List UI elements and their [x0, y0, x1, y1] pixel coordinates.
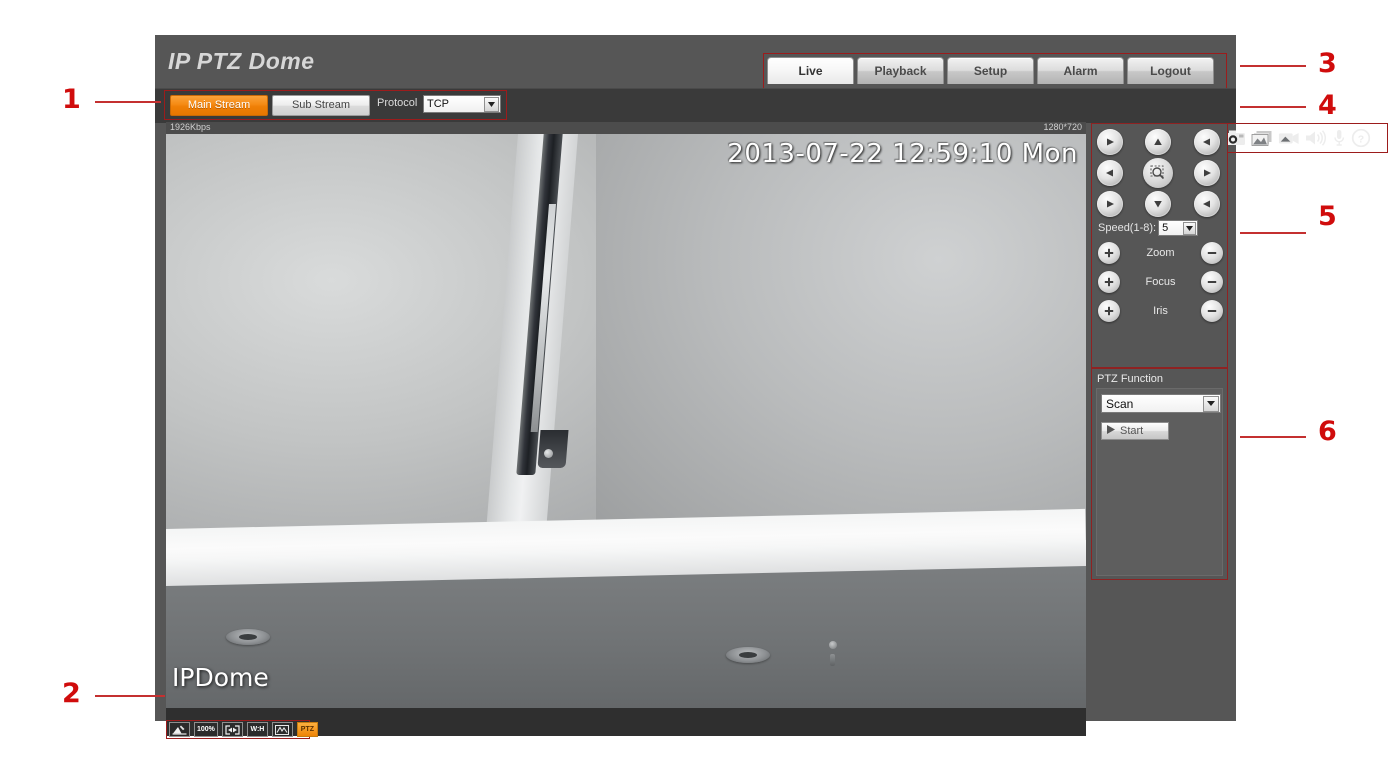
ptz-function-select[interactable]: Scan: [1101, 394, 1221, 413]
screenshot-root: IP PTZ Dome Live Playback Setup Alarm Lo…: [0, 0, 1391, 757]
ptz-speed-row: Speed(1-8): 5: [1098, 219, 1223, 237]
callout-number-1: 1: [62, 84, 81, 115]
ptz-function-body: [1096, 388, 1223, 576]
audio-speaker-icon[interactable]: [1305, 127, 1327, 149]
callout-number-4: 4: [1318, 90, 1337, 121]
protocol-select[interactable]: TCP: [423, 95, 501, 113]
ptz-function-value: Scan: [1106, 396, 1134, 411]
ptz-zoom-minus-button[interactable]: [1201, 242, 1223, 264]
resolution-label: 1280*720: [1043, 122, 1082, 132]
ptz-function-start-button[interactable]: Start: [1101, 422, 1169, 440]
tab-logout[interactable]: Logout: [1127, 57, 1214, 84]
video-player[interactable]: 1926Kbps 1280*720 2013-07-22 12:59:10 Mo…: [166, 122, 1086, 708]
main-stream-button[interactable]: Main Stream: [170, 95, 268, 116]
video-timestamp: 2013-07-22 12:59:10 Mon: [727, 139, 1078, 169]
callout-number-3: 3: [1318, 48, 1337, 79]
lower-wall: [166, 564, 1086, 708]
fullscreen-icon[interactable]: [221, 722, 243, 737]
ptz-iris-row: Iris: [1098, 299, 1223, 323]
ptz-down-button[interactable]: [1145, 191, 1171, 217]
nav-tabs: Live Playback Setup Alarm Logout: [767, 57, 1214, 84]
microphone-icon[interactable]: [1332, 127, 1345, 149]
callout-line-2: [95, 695, 165, 697]
callout-line-1: [95, 101, 161, 103]
ptz-speed-label: Speed(1-8):: [1098, 222, 1157, 234]
ptz-speed-select[interactable]: 5: [1158, 220, 1199, 236]
callout-line-4: [1240, 106, 1306, 108]
ptz-direction-pad: [1097, 129, 1222, 219]
ptz-panel: Speed(1-8): 5 Zoom Focus Iris: [1091, 123, 1228, 368]
ptz-iris-minus-button[interactable]: [1200, 300, 1223, 322]
ptz-focus-minus-button[interactable]: [1201, 271, 1223, 293]
fluency-icon[interactable]: [271, 722, 293, 737]
page-title: IP PTZ Dome: [168, 48, 315, 74]
bitrate-label: 1926Kbps: [170, 122, 211, 132]
wall-sensor-body: [830, 654, 835, 666]
ptz-iris-plus-button[interactable]: [1098, 300, 1120, 322]
ptz-up-button[interactable]: [1145, 129, 1171, 155]
ptz-left-button[interactable]: [1097, 160, 1123, 186]
sub-stream-button[interactable]: Sub Stream: [272, 95, 370, 116]
ptz-down-right-button[interactable]: [1194, 191, 1220, 217]
chevron-down-icon[interactable]: [1183, 221, 1197, 235]
rail-end-cap: [537, 430, 569, 468]
image-adjust-icon[interactable]: [169, 722, 190, 737]
ptz-toggle-icon[interactable]: PTZ: [296, 722, 318, 737]
callout-line-5: [1240, 232, 1306, 234]
tab-alarm[interactable]: Alarm: [1037, 57, 1124, 84]
ceiling-light-left: [226, 629, 270, 645]
ceiling-light-right: [726, 647, 770, 663]
ptz-zoom-row: Zoom: [1098, 241, 1223, 265]
video-info-bar: 1926Kbps 1280*720: [166, 122, 1086, 134]
ptz-iris-label: Iris: [1153, 305, 1168, 317]
video-watermark: IPDome: [172, 663, 269, 692]
video-frame: 2013-07-22 12:59:10 Mon IPDome: [166, 134, 1086, 708]
record-icon[interactable]: [1278, 127, 1300, 149]
svg-text:?: ?: [1358, 133, 1364, 145]
triple-snapshot-icon[interactable]: [1251, 127, 1273, 149]
ptz-speed-value: 5: [1162, 222, 1169, 234]
ptz-zoom-plus-button[interactable]: [1098, 242, 1120, 264]
ptz-right-button[interactable]: [1194, 160, 1220, 186]
ptz-focus-label: Focus: [1145, 276, 1176, 288]
rail-screw: [544, 449, 553, 458]
tab-playback[interactable]: Playback: [857, 57, 944, 84]
wall-sensor-dot: [829, 641, 837, 649]
play-icon: [1107, 425, 1115, 437]
callout-line-6: [1240, 436, 1306, 438]
aspect-ratio-icon[interactable]: W:H: [246, 722, 268, 737]
protocol-value: TCP: [427, 98, 449, 110]
tab-live[interactable]: Live: [767, 57, 854, 84]
ptz-function-panel: PTZ Function Scan Start: [1091, 368, 1228, 580]
ptz-zoom-label: Zoom: [1146, 247, 1175, 259]
video-toolbar: 100% W:H PTZ: [169, 722, 318, 737]
ceiling-surface-right: [596, 134, 1086, 552]
callout-line-3: [1240, 65, 1306, 67]
ptz-function-title: PTZ Function: [1097, 373, 1164, 385]
ptz-function-start-label: Start: [1120, 425, 1144, 437]
device-window: IP PTZ Dome Live Playback Setup Alarm Lo…: [155, 35, 1388, 739]
callout-number-6: 6: [1318, 416, 1337, 447]
ptz-focus-plus-button[interactable]: [1098, 271, 1120, 293]
ptz-up-left-button[interactable]: [1097, 129, 1123, 155]
chevron-down-icon[interactable]: [1203, 395, 1219, 412]
ptz-focus-row: Focus: [1098, 270, 1223, 294]
callout-number-5: 5: [1318, 201, 1337, 232]
ptz-up-right-button[interactable]: [1194, 129, 1220, 155]
zoom-100-icon[interactable]: 100%: [194, 722, 218, 737]
chevron-down-icon[interactable]: [484, 96, 499, 112]
protocol-label: Protocol: [377, 97, 418, 109]
callout-number-2: 2: [62, 678, 81, 709]
tab-setup[interactable]: Setup: [947, 57, 1034, 84]
help-icon[interactable]: ?: [1350, 127, 1372, 149]
ptz-down-left-button[interactable]: [1097, 191, 1123, 217]
ptz-area-zoom-button[interactable]: [1143, 158, 1173, 188]
